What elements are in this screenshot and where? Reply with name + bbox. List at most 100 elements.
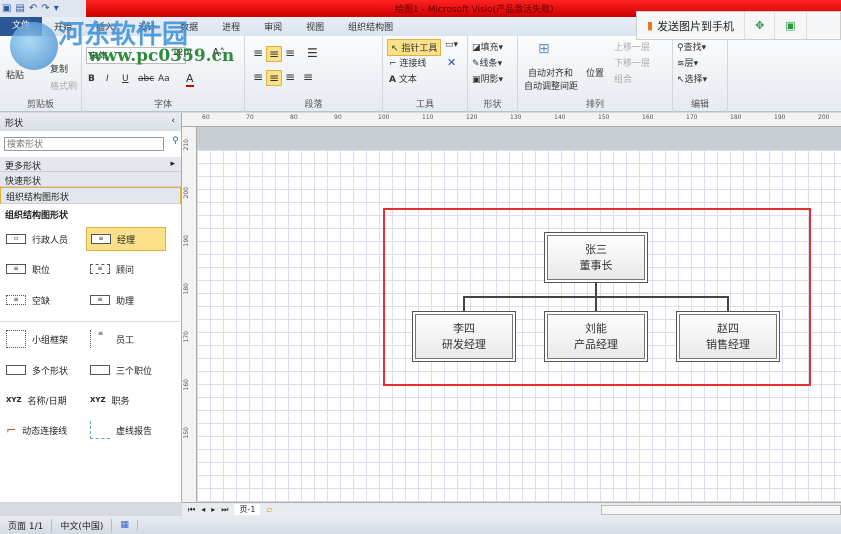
align-center-icon[interactable]: ≡ bbox=[266, 70, 283, 86]
auto-align-icon: ⊞ bbox=[538, 41, 550, 57]
font-color-icon[interactable]: A bbox=[186, 72, 194, 87]
fullscreen-icon[interactable]: ✥ bbox=[745, 12, 776, 39]
horizontal-ruler: 60 70 80 90 100 110 120 130 140 150 160 170 180 190 20… bbox=[182, 113, 841, 127]
bold-button[interactable]: B bbox=[88, 74, 95, 84]
auto-align-line1[interactable]: 自动对齐和 bbox=[528, 66, 573, 79]
tab-process[interactable]: 进程 bbox=[210, 20, 252, 33]
ruler-tick-label: 110 bbox=[422, 114, 434, 121]
shadow-button[interactable]: ▣阴影▾ bbox=[472, 72, 503, 85]
align-bottom-icon[interactable]: ≡ bbox=[285, 46, 295, 60]
watermark-url: www.pc0359.cn bbox=[88, 46, 235, 66]
shape-group: ◪填充▾ ✎线条▾ ▣阴影▾ 形状 bbox=[468, 36, 518, 112]
more-shapes-item[interactable]: 更多形状 ▸ bbox=[0, 157, 181, 172]
align-top-icon[interactable]: ≡ bbox=[253, 46, 263, 60]
align-right-icon[interactable]: ≡ bbox=[285, 70, 295, 84]
shape-name-date[interactable]: XYZ 名称/日期 bbox=[2, 388, 71, 412]
shape-position[interactable]: ≡ 职位 bbox=[2, 257, 54, 281]
last-page-icon[interactable]: ⏭ bbox=[221, 505, 228, 515]
line-button[interactable]: ✎线条▾ bbox=[472, 56, 502, 69]
undo-icon[interactable]: ↶ bbox=[29, 3, 37, 14]
shape-staff[interactable]: ≡ 员工 bbox=[86, 327, 138, 351]
format-painter-button[interactable]: 格式刷 bbox=[50, 79, 77, 92]
rectangle-tool-icon[interactable]: ▭▾ bbox=[445, 40, 458, 50]
shape-title[interactable]: XYZ 职务 bbox=[86, 388, 134, 412]
org-node-rd-manager[interactable]: 李四 研发经理 bbox=[412, 311, 516, 362]
search-shapes-input[interactable] bbox=[4, 137, 164, 151]
save-icon[interactable]: ▤ bbox=[15, 3, 24, 14]
bring-forward-button[interactable]: 上移一层 bbox=[614, 40, 650, 53]
connector-tool-button[interactable]: ⌐ 连接线 bbox=[389, 56, 426, 69]
select-button[interactable]: ↖选择▾ bbox=[677, 72, 707, 85]
position-button[interactable]: 位置 bbox=[586, 66, 604, 79]
layer-button[interactable]: ≋层▾ bbox=[677, 56, 698, 69]
paste-button[interactable]: 粘贴 bbox=[6, 68, 24, 81]
visio-icon[interactable]: ▣ bbox=[2, 3, 11, 14]
shape-three-positions[interactable]: 三个职位 bbox=[86, 358, 156, 382]
send-to-phone-button[interactable]: ▮ 发送图片到手机 bbox=[637, 12, 746, 39]
chevron-right-icon: ▸ bbox=[170, 159, 175, 169]
editing-label: 编辑 bbox=[690, 100, 709, 110]
delete-icon[interactable]: ✕ bbox=[447, 56, 456, 69]
save-icon[interactable]: ▣ bbox=[775, 12, 807, 39]
shape-dotted-report[interactable]: 虚线报告 bbox=[86, 418, 156, 442]
shape-manager[interactable]: ≡ 经理 bbox=[86, 227, 166, 251]
strikethrough-button[interactable]: abc bbox=[138, 74, 154, 84]
macro-record-icon[interactable]: ▦ bbox=[112, 520, 138, 530]
bullets-icon[interactable]: ☰ bbox=[307, 46, 318, 60]
first-page-icon[interactable]: ⏮ bbox=[188, 505, 195, 515]
ruler-tick-label: 60 bbox=[202, 114, 210, 121]
horizontal-scrollbar[interactable] bbox=[601, 504, 841, 515]
customize-icon[interactable]: ▾ bbox=[54, 3, 59, 14]
org-node-chairman[interactable]: 张三 董事长 bbox=[544, 232, 648, 283]
find-button[interactable]: ⚲查找▾ bbox=[677, 40, 706, 53]
ruler-tick-label: 140 bbox=[554, 114, 566, 121]
page-tabs-bar: ⏮ ◂ ▸ ⏭ 页-1 ▱ bbox=[182, 502, 841, 516]
tab-review[interactable]: 审阅 bbox=[252, 20, 294, 33]
insert-page-icon[interactable]: ▱ bbox=[266, 505, 272, 514]
change-case-button[interactable]: Aa bbox=[158, 74, 170, 84]
org-node-product-manager[interactable]: 刘能 产品经理 bbox=[544, 311, 648, 362]
ruler-tick-label: 210 bbox=[183, 139, 190, 151]
next-page-icon[interactable]: ▸ bbox=[211, 505, 215, 514]
page-count[interactable]: 页面 1/1 bbox=[0, 518, 53, 532]
fill-button[interactable]: ◪填充▾ bbox=[472, 40, 503, 53]
window-title: 绘图1 - Microsoft Visio(产品激活失败) bbox=[395, 5, 554, 15]
org-node-sales-manager[interactable]: 赵四 销售经理 bbox=[676, 311, 780, 362]
underline-button[interactable]: U bbox=[122, 74, 129, 84]
prev-page-icon[interactable]: ◂ bbox=[201, 505, 205, 514]
page-tab[interactable]: 页-1 bbox=[234, 504, 261, 515]
watermark-logo bbox=[10, 22, 58, 70]
multiple-shapes-icon bbox=[6, 365, 26, 375]
shape-consultant[interactable]: ≡ 顾问 bbox=[86, 257, 138, 281]
text-tool-button[interactable]: A 文本 bbox=[389, 72, 417, 85]
tab-org-chart[interactable]: 组织结构图 bbox=[336, 20, 405, 33]
status-bar: 页面 1/1 中文(中国) ▦ bbox=[0, 516, 841, 534]
align-left-icon[interactable]: ≡ bbox=[253, 70, 263, 84]
search-icon[interactable]: ⚲ bbox=[172, 136, 179, 146]
org-chart-shapes-item[interactable]: 组织结构图形状 bbox=[0, 187, 181, 204]
tab-view[interactable]: 视图 bbox=[294, 20, 336, 33]
xyz-corp-icon: XYZ bbox=[90, 396, 106, 404]
shape-team-frame[interactable]: 小组框架 bbox=[2, 327, 72, 351]
tools-label: 工具 bbox=[415, 100, 434, 110]
shape-vacancy[interactable]: ≡ 空缺 bbox=[2, 288, 54, 312]
align-middle-icon[interactable]: ≡ bbox=[266, 46, 283, 62]
auto-align-line2[interactable]: 自动调整间距 bbox=[524, 79, 578, 92]
send-to-phone-bar: ▮ 发送图片到手机 ✥ ▣ bbox=[636, 11, 841, 40]
italic-button[interactable]: I bbox=[106, 74, 109, 84]
vacancy-icon: ≡ bbox=[6, 295, 26, 305]
send-backward-button[interactable]: 下移一层 bbox=[614, 56, 650, 69]
shape-assistant[interactable]: ≡ 助理 bbox=[86, 288, 138, 312]
group-button[interactable]: 组合 bbox=[614, 72, 632, 85]
pointer-tool-button[interactable]: ↖ 指针工具 bbox=[387, 39, 442, 56]
ruler-tick-label: 120 bbox=[466, 114, 478, 121]
shape-multiple[interactable]: 多个形状 bbox=[2, 358, 72, 382]
justify-icon[interactable]: ≡ bbox=[303, 70, 313, 84]
copy-button[interactable]: 复制 bbox=[50, 62, 68, 75]
collapse-icon[interactable]: ‹ bbox=[171, 116, 175, 126]
quick-shapes-item[interactable]: 快速形状 bbox=[0, 172, 181, 187]
language[interactable]: 中文(中国) bbox=[52, 518, 113, 532]
shape-dynamic-connector[interactable]: ⌐ 动态连接线 bbox=[2, 418, 71, 442]
redo-icon[interactable]: ↷ bbox=[41, 3, 49, 14]
shape-executive[interactable]: ▫ 行政人员 bbox=[2, 227, 72, 251]
